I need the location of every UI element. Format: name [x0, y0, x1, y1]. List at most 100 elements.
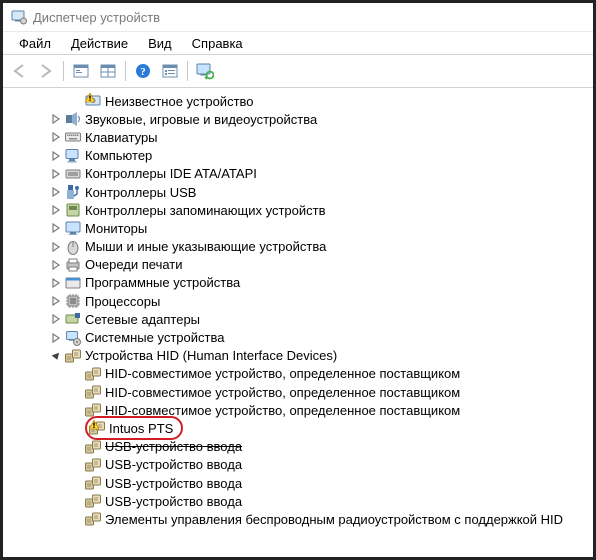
tree-item-label: Устройства HID (Human Interface Devices): [85, 348, 337, 363]
help-icon: [134, 62, 152, 80]
forward-icon: [37, 62, 55, 80]
tree-row[interactable]: USB-устройство ввода: [3, 474, 593, 492]
tree-row[interactable]: Контроллеры USB: [3, 183, 593, 201]
toolbar-separator: [187, 61, 188, 81]
tree-row[interactable]: Системные устройства: [3, 328, 593, 346]
tree-item-label: Системные устройства: [85, 330, 224, 345]
tree-row[interactable]: HID-совместимое устройство, определенное…: [3, 365, 593, 383]
expander-none: [69, 476, 83, 490]
tree-item-label: Процессоры: [85, 294, 160, 309]
usb-icon: [65, 184, 81, 200]
tree-item-label: Неизвестное устройство: [105, 94, 254, 109]
tree-item-label: Контроллеры USB: [85, 185, 196, 200]
tree-row[interactable]: Контроллеры IDE ATA/ATAPI: [3, 165, 593, 183]
menubar: Файл Действие Вид Справка: [3, 32, 593, 55]
toolbar-forward-button[interactable]: [34, 59, 58, 83]
expander-closed-icon[interactable]: [49, 130, 63, 144]
menu-help[interactable]: Справка: [182, 34, 253, 53]
expander-closed-icon[interactable]: [49, 294, 63, 308]
expander-closed-icon[interactable]: [49, 276, 63, 290]
expander-closed-icon[interactable]: [49, 185, 63, 199]
printer-icon: [65, 257, 81, 273]
tree-row[interactable]: HID-совместимое устройство, определенное…: [3, 401, 593, 419]
tree-item-label: Очереди печати: [85, 257, 183, 272]
toolbar-scan-button[interactable]: [193, 59, 217, 83]
tree-item-label: USB-устройство ввода: [105, 476, 242, 491]
expander-closed-icon[interactable]: [49, 112, 63, 126]
tree-row[interactable]: Устройства HID (Human Interface Devices): [3, 347, 593, 365]
tree-row[interactable]: Программные устройства: [3, 274, 593, 292]
tree-item-label: Программные устройства: [85, 275, 240, 290]
hid-icon: [85, 384, 101, 400]
expander-open-icon[interactable]: [49, 349, 63, 363]
tree-row[interactable]: Мониторы: [3, 219, 593, 237]
mouse-icon: [65, 239, 81, 255]
device-tree[interactable]: Неизвестное устройство Звуковые, игровые …: [3, 88, 593, 560]
tree-item-label: Клавиатуры: [85, 130, 158, 145]
expander-closed-icon[interactable]: [49, 167, 63, 181]
grid-icon: [99, 62, 117, 80]
warning-overlay-icon: [85, 93, 95, 103]
expander-closed-icon[interactable]: [49, 221, 63, 235]
tree-row[interactable]: HID-совместимое устройство, определенное…: [3, 383, 593, 401]
tree-row[interactable]: Звуковые, игровые и видеоустройства: [3, 110, 593, 128]
expander-none: [69, 367, 83, 381]
software-icon: [65, 275, 81, 291]
expander-closed-icon[interactable]: [49, 258, 63, 272]
hid-icon: [65, 348, 81, 364]
menu-action[interactable]: Действие: [61, 34, 138, 53]
tree-item-label: Компьютер: [85, 148, 152, 163]
expander-none: [69, 385, 83, 399]
tree-item-label: Мониторы: [85, 221, 147, 236]
scan-hardware-icon: [196, 62, 214, 80]
tree-item-label: Мыши и иные указывающие устройства: [85, 239, 326, 254]
tree-row[interactable]: Компьютер: [3, 147, 593, 165]
tree-row[interactable]: USB-устройство ввода: [3, 492, 593, 510]
expander-none: [69, 440, 83, 454]
toolbar-grid-button[interactable]: [96, 59, 120, 83]
tree-item-label: Звуковые, игровые и видеоустройства: [85, 112, 317, 127]
keyboard-icon: [65, 129, 81, 145]
tree-row[interactable]: Сетевые адаптеры: [3, 310, 593, 328]
tree-item-label: USB-устройство ввода: [105, 439, 242, 454]
ide-icon: [65, 166, 81, 182]
window-title: Диспетчер устройств: [33, 10, 160, 25]
toolbar-window-button[interactable]: [69, 59, 93, 83]
toolbar-help-button[interactable]: [131, 59, 155, 83]
tree-item-label: Контроллеры IDE ATA/ATAPI: [85, 166, 257, 181]
tree-row[interactable]: Intuos PTS: [3, 419, 593, 437]
warning-overlay-icon: [89, 420, 99, 430]
tree-row[interactable]: Контроллеры запоминающих устройств: [3, 201, 593, 219]
toolbar-back-button[interactable]: [7, 59, 31, 83]
tree-item-label: Элементы управления беспроводным радиоус…: [105, 512, 563, 527]
expander-closed-icon[interactable]: [49, 312, 63, 326]
menu-file[interactable]: Файл: [9, 34, 61, 53]
system-icon: [65, 330, 81, 346]
tree-row[interactable]: Процессоры: [3, 292, 593, 310]
expander-closed-icon[interactable]: [49, 331, 63, 345]
tree-row[interactable]: Элементы управления беспроводным радиоус…: [3, 510, 593, 528]
tree-row[interactable]: USB-устройство ввода: [3, 456, 593, 474]
tree-row[interactable]: Мыши и иные указывающие устройства: [3, 238, 593, 256]
properties-icon: [161, 62, 179, 80]
menu-view[interactable]: Вид: [138, 34, 182, 53]
hid-icon: [89, 420, 105, 436]
tree-row[interactable]: Очереди печати: [3, 256, 593, 274]
tree-row[interactable]: Клавиатуры: [3, 128, 593, 146]
expander-none: [69, 403, 83, 417]
app-icon: [11, 9, 27, 25]
toolbar-props-button[interactable]: [158, 59, 182, 83]
expander-closed-icon[interactable]: [49, 240, 63, 254]
expander-closed-icon[interactable]: [49, 203, 63, 217]
hid-icon: [85, 366, 101, 382]
monitor-icon: [65, 220, 81, 236]
tree-row[interactable]: USB-устройство ввода: [3, 438, 593, 456]
cpu-icon: [65, 293, 81, 309]
hid-icon: [85, 457, 101, 473]
network-icon: [65, 311, 81, 327]
tree-row[interactable]: Неизвестное устройство: [3, 92, 593, 110]
hid-icon: [85, 439, 101, 455]
expander-closed-icon[interactable]: [49, 149, 63, 163]
back-icon: [10, 62, 28, 80]
tree-item-label: HID-совместимое устройство, определенное…: [105, 366, 460, 381]
